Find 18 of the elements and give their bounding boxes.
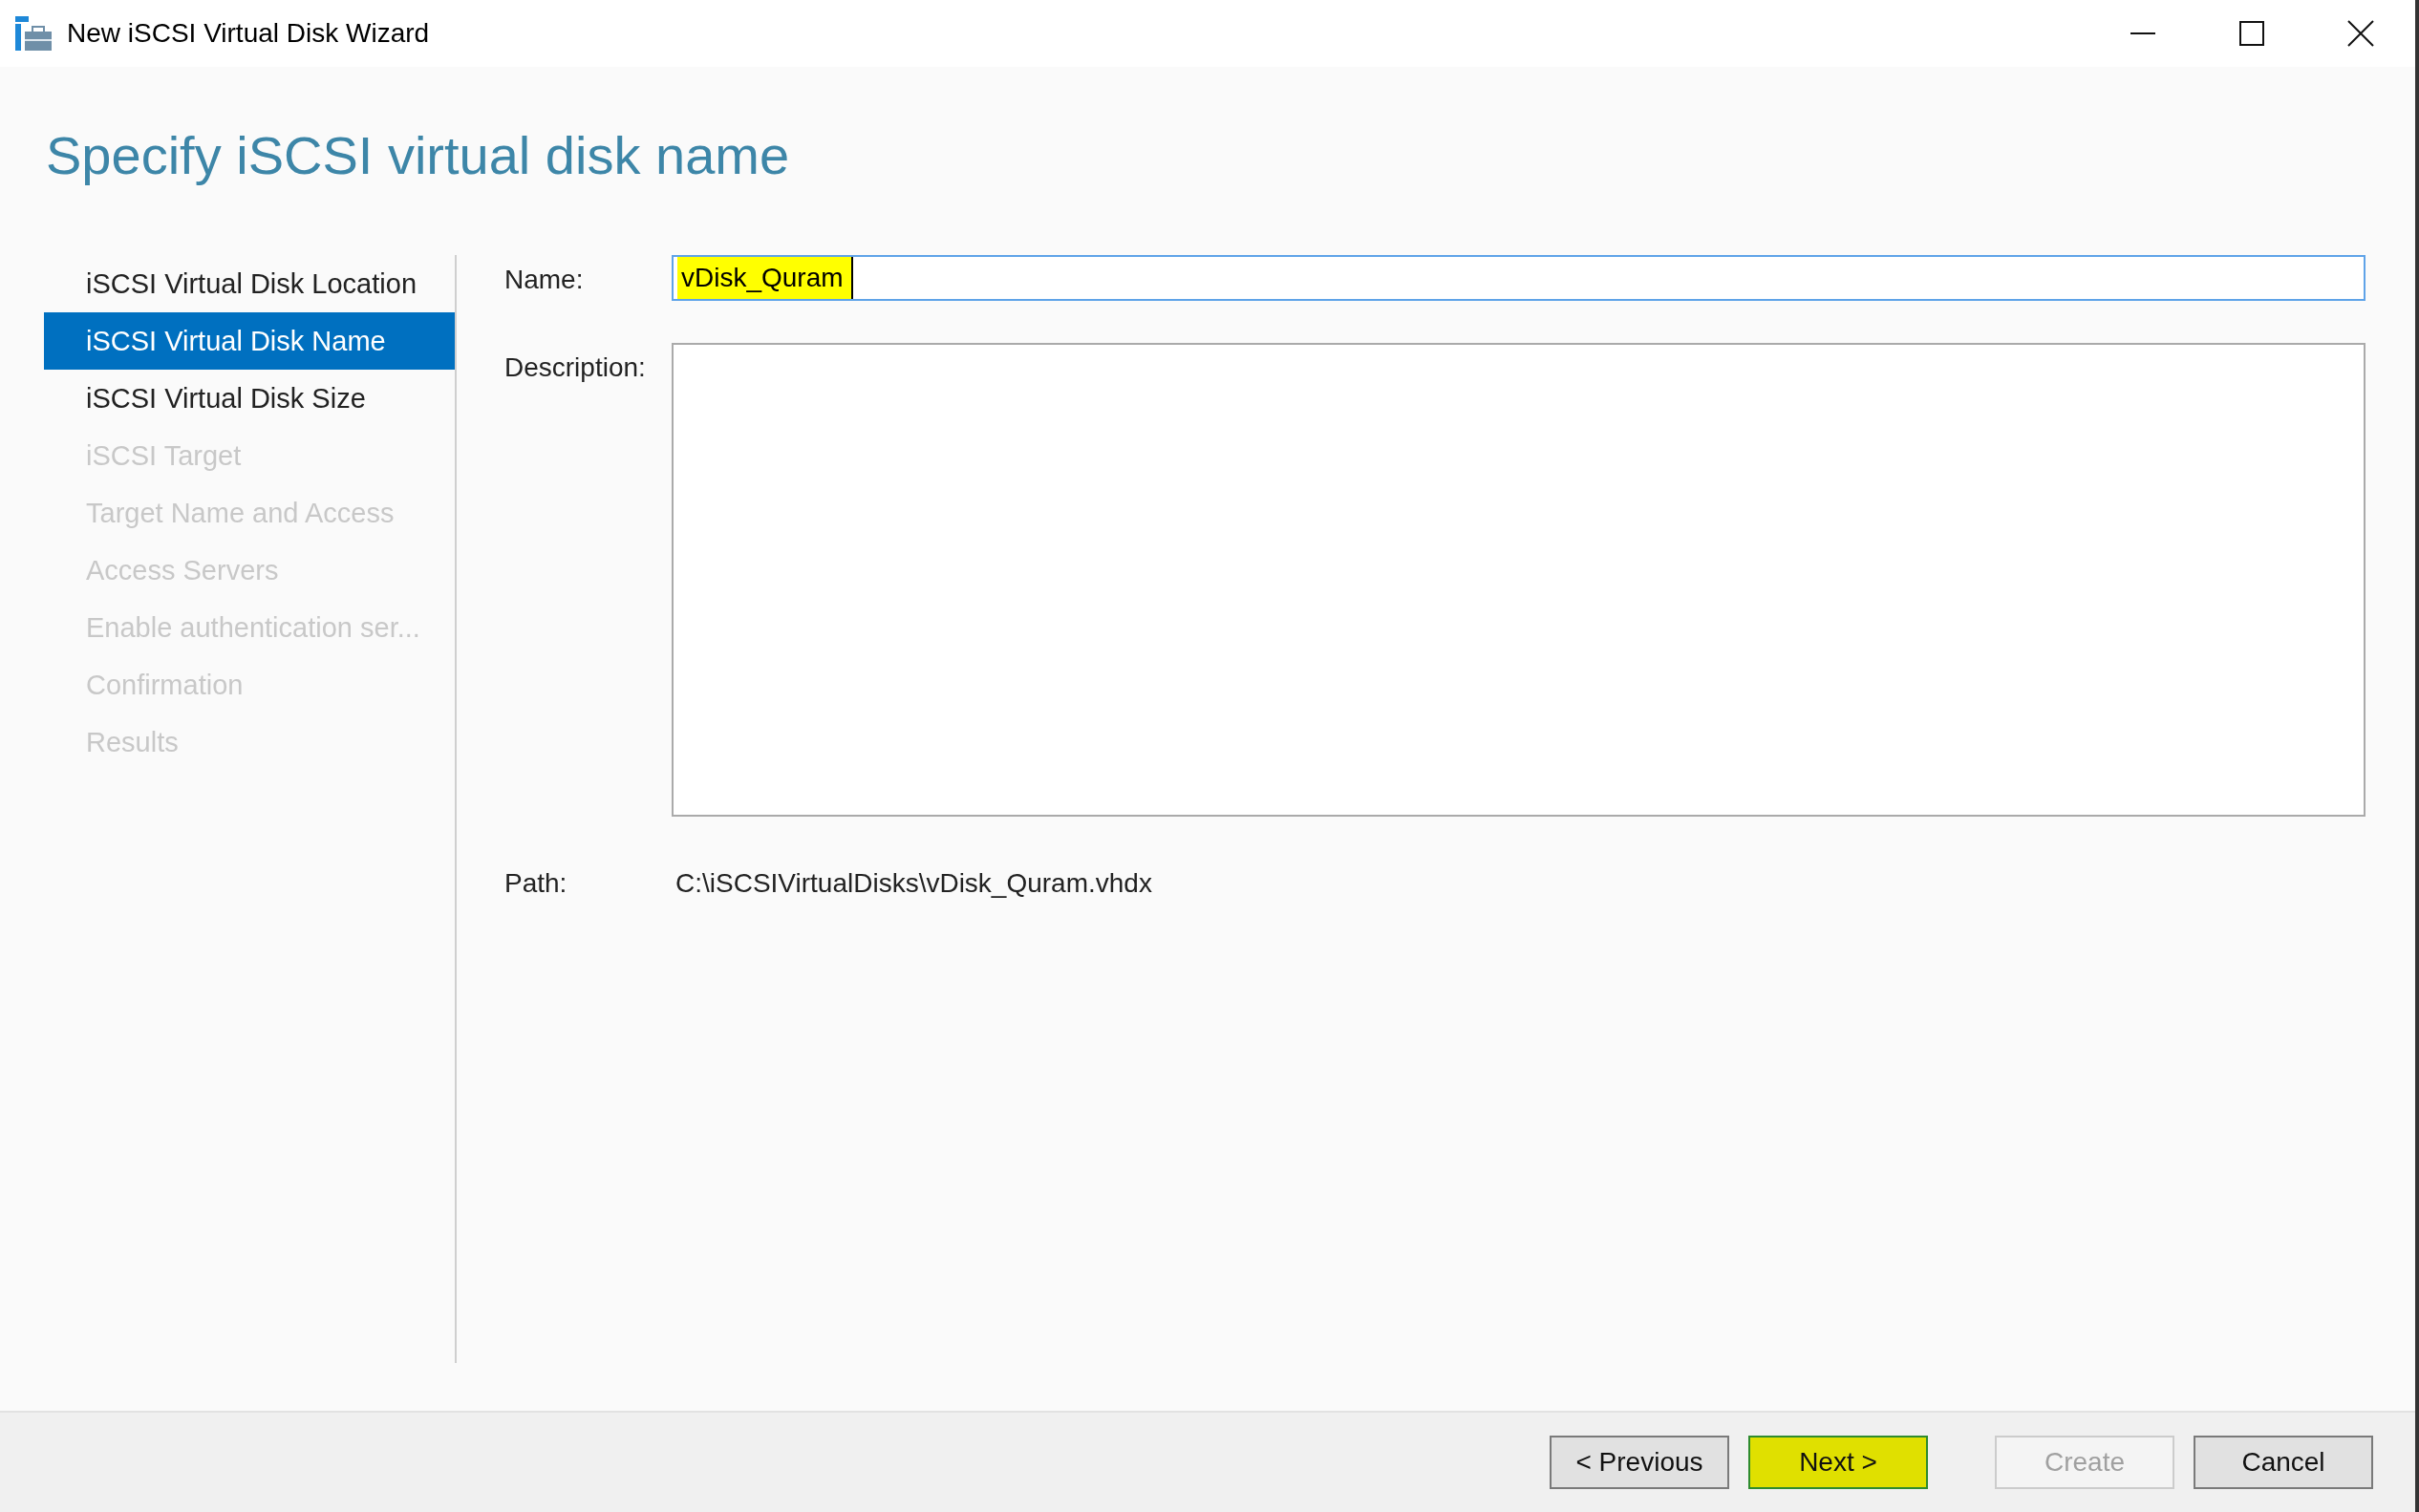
wizard-button[interactable]: Cancel	[2194, 1436, 2373, 1489]
wizard-button[interactable]: Next >	[1748, 1436, 1928, 1489]
window-title: New iSCSI Virtual Disk Wizard	[67, 18, 430, 49]
path-value: C:\iSCSIVirtualDisks\vDisk_Quram.vhdx	[674, 867, 1153, 899]
wizard-step[interactable]: iSCSI Virtual Disk Name	[44, 312, 455, 370]
path-label: Path:	[504, 867, 568, 899]
wizard-step[interactable]: iSCSI Virtual Disk Location	[44, 255, 455, 312]
name-label: Name:	[504, 264, 585, 296]
app-icon	[15, 16, 52, 51]
description-field[interactable]	[672, 343, 2365, 817]
maximize-icon[interactable]	[2239, 21, 2264, 46]
close-icon[interactable]	[2347, 20, 2374, 47]
page-heading: Specify iSCSI virtual disk name	[46, 124, 790, 186]
wizard-button[interactable]: < Previous	[1550, 1436, 1729, 1489]
minimize-icon[interactable]	[2130, 32, 2155, 35]
name-input-field[interactable]: vDisk_Quram	[672, 255, 2365, 301]
description-label: Description:	[504, 351, 647, 384]
wizard-step[interactable]: iSCSI Virtual Disk Size	[44, 370, 455, 427]
